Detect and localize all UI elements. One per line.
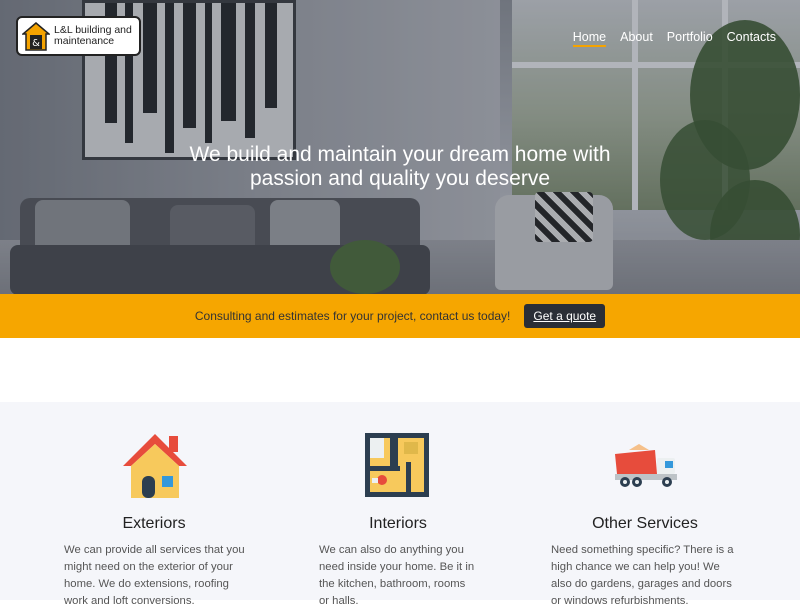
nav-portfolio[interactable]: Portfolio: [667, 30, 713, 44]
logo-house-icon: &: [20, 21, 52, 51]
floor-plan-icon: [364, 432, 436, 502]
logo-text: L&L building and maintenance: [54, 25, 132, 47]
house-icon: [119, 432, 191, 502]
site-logo[interactable]: & L&L building and maintenance: [16, 16, 141, 56]
nav-contacts[interactable]: Contacts: [727, 30, 776, 44]
spacer: [0, 338, 800, 402]
hero-section: & L&L building and maintenance Home Abou…: [0, 0, 800, 294]
cta-text: Consulting and estimates for your projec…: [194, 309, 511, 323]
nav-about[interactable]: About: [620, 30, 653, 44]
hero-headline: We build and maintain your dream home wi…: [189, 143, 611, 190]
main-nav: Home About Portfolio Contacts: [572, 30, 776, 47]
service-title: Exteriors: [122, 515, 186, 532]
dump-truck-icon: [611, 432, 683, 502]
cta-banner: Consulting and estimates for your projec…: [0, 294, 800, 338]
nav-home[interactable]: Home: [572, 30, 607, 47]
svg-text:&: &: [32, 38, 40, 49]
services-section: Exteriors We can provide all services th…: [0, 402, 800, 607]
service-title: Interiors: [369, 515, 427, 532]
logo-line-2: maintenance: [54, 35, 115, 47]
get-quote-button[interactable]: Get a quote: [524, 304, 606, 328]
service-title: Other Services: [592, 515, 698, 532]
